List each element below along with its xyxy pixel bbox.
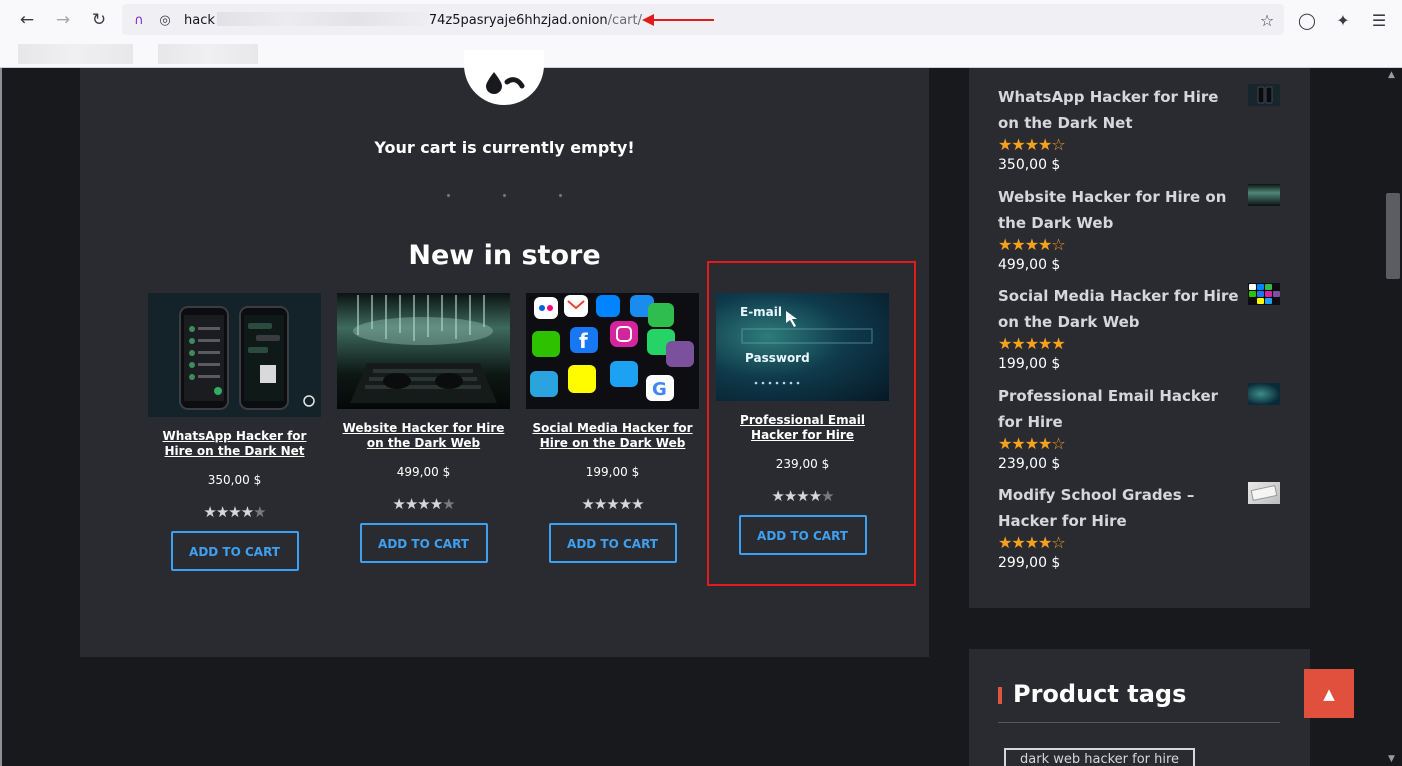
- empty-cart-message: Your cart is currently empty!: [374, 138, 635, 157]
- url-redaction: [216, 12, 427, 26]
- heading-accent-bar: [998, 687, 1002, 704]
- star-rating: ★★★★★: [998, 334, 1066, 353]
- product-title-link[interactable]: Social Media Hacker for Hire on the Dark…: [526, 421, 699, 451]
- bookmark-star-icon[interactable]: ☆: [1258, 11, 1276, 30]
- sidebar-thumb[interactable]: [1248, 482, 1280, 504]
- browser-toolbar: ← → ↻ ∩ ◎ hack 74z5pasryaje6hhzjad.onion/…: [0, 0, 1402, 68]
- sidebar-thumb[interactable]: [1248, 383, 1280, 405]
- product-card-social: f G Social Media Hacker for Hire on the …: [526, 293, 699, 563]
- extensions-icon[interactable]: ✦: [1332, 9, 1354, 31]
- product-price: 350,00 $: [207, 473, 262, 487]
- divider-dot: [503, 194, 506, 197]
- star-rating: ★★★★★: [581, 495, 644, 513]
- bookmarks-redaction: [18, 44, 133, 64]
- product-tag[interactable]: dark web hacker for hire: [1004, 748, 1196, 766]
- product-title-link[interactable]: WhatsApp Hacker for Hire on the Dark Net: [148, 429, 321, 459]
- onion-icon[interactable]: ◎: [156, 11, 174, 29]
- menu-icon[interactable]: ☰: [1368, 9, 1390, 31]
- product-image-website[interactable]: [337, 293, 510, 409]
- star-rating: ★★★★☆: [998, 235, 1066, 254]
- sidebar-product: Modify School Grades – Hacker for Hire ★…: [998, 482, 1288, 574]
- product-card-whatsapp: WhatsApp Hacker for Hire on the Dark Net…: [148, 293, 321, 571]
- sidebar-product-link[interactable]: Website Hacker for Hire on the Dark Web: [998, 184, 1242, 236]
- divider-dot: [559, 194, 562, 197]
- shield-icon[interactable]: ◯: [1296, 9, 1318, 31]
- back-to-top-button[interactable]: ▲: [1304, 669, 1354, 718]
- reload-icon[interactable]: ↻: [87, 8, 111, 32]
- product-card-website: Website Hacker for Hire on the Dark Web …: [337, 293, 510, 563]
- annotation-highlight-box: [707, 261, 916, 586]
- product-price: 499,00 $: [396, 465, 451, 479]
- sidebar-product-link[interactable]: Social Media Hacker for Hire on the Dark…: [998, 283, 1242, 335]
- scroll-up-icon[interactable]: ▲: [1388, 70, 1395, 80]
- scrollbar-track[interactable]: [1386, 68, 1402, 766]
- product-price: 199,00 $: [585, 465, 640, 479]
- sidebar-product-price: 299,00 $: [998, 555, 1061, 571]
- product-title-link[interactable]: Website Hacker for Hire on the Dark Web: [337, 421, 510, 451]
- sidebar-product: Website Hacker for Hire on the Dark Web …: [998, 184, 1288, 276]
- sidebar-product-link[interactable]: Modify School Grades – Hacker for Hire: [998, 482, 1242, 534]
- star-rating: ★★★★☆: [998, 135, 1066, 154]
- back-icon[interactable]: ←: [15, 8, 39, 32]
- chevron-up-icon: ▲: [1323, 684, 1335, 703]
- product-image-social[interactable]: f G: [526, 293, 699, 409]
- sidebar-product-price: 350,00 $: [998, 157, 1061, 173]
- svg-text:f: f: [579, 329, 588, 353]
- window-edge: [0, 68, 2, 766]
- star-rating: ★★★★★: [392, 495, 455, 513]
- sidebar-product-price: 199,00 $: [998, 356, 1061, 372]
- scroll-down-icon[interactable]: ▼: [1388, 754, 1395, 764]
- star-rating: ★★★★☆: [998, 434, 1066, 453]
- scrollbar-thumb[interactable]: [1386, 193, 1400, 279]
- product-image-whatsapp[interactable]: [148, 293, 321, 417]
- sidebar-thumb[interactable]: [1248, 283, 1280, 305]
- tor-circuit-icon[interactable]: ∩: [130, 11, 148, 29]
- sidebar-product: Social Media Hacker for Hire on the Dark…: [998, 283, 1288, 375]
- bookmarks-redaction: [158, 44, 258, 64]
- sidebar-product-link[interactable]: WhatsApp Hacker for Hire on the Dark Net: [998, 84, 1242, 136]
- add-to-cart-button[interactable]: ADD TO CART: [548, 523, 677, 563]
- sidebar-thumb[interactable]: [1248, 184, 1280, 206]
- divider-dot: [447, 194, 450, 197]
- svg-text:G: G: [652, 379, 667, 400]
- forward-icon[interactable]: →: [51, 8, 75, 32]
- heading-divider: [998, 722, 1280, 723]
- product-tags-heading: Product tags: [1013, 680, 1187, 708]
- sidebar-product-link[interactable]: Professional Email Hacker for Hire: [998, 383, 1242, 435]
- star-rating: ★★★★☆: [998, 533, 1066, 552]
- add-to-cart-button[interactable]: ADD TO CART: [170, 531, 299, 571]
- sidebar-product-price: 499,00 $: [998, 257, 1061, 273]
- url-text: hack 74z5pasryaje6hhzjad.onion/cart/: [184, 12, 642, 28]
- star-rating: ★★★★★: [203, 503, 266, 521]
- sidebar-product: WhatsApp Hacker for Hire on the Dark Net…: [998, 84, 1288, 176]
- annotation-arrow: [642, 14, 714, 26]
- sidebar-thumb[interactable]: [1248, 84, 1280, 106]
- sidebar-product-price: 239,00 $: [998, 456, 1061, 472]
- sidebar-product: Professional Email Hacker for Hire ★★★★☆…: [998, 383, 1288, 475]
- add-to-cart-button[interactable]: ADD TO CART: [359, 523, 488, 563]
